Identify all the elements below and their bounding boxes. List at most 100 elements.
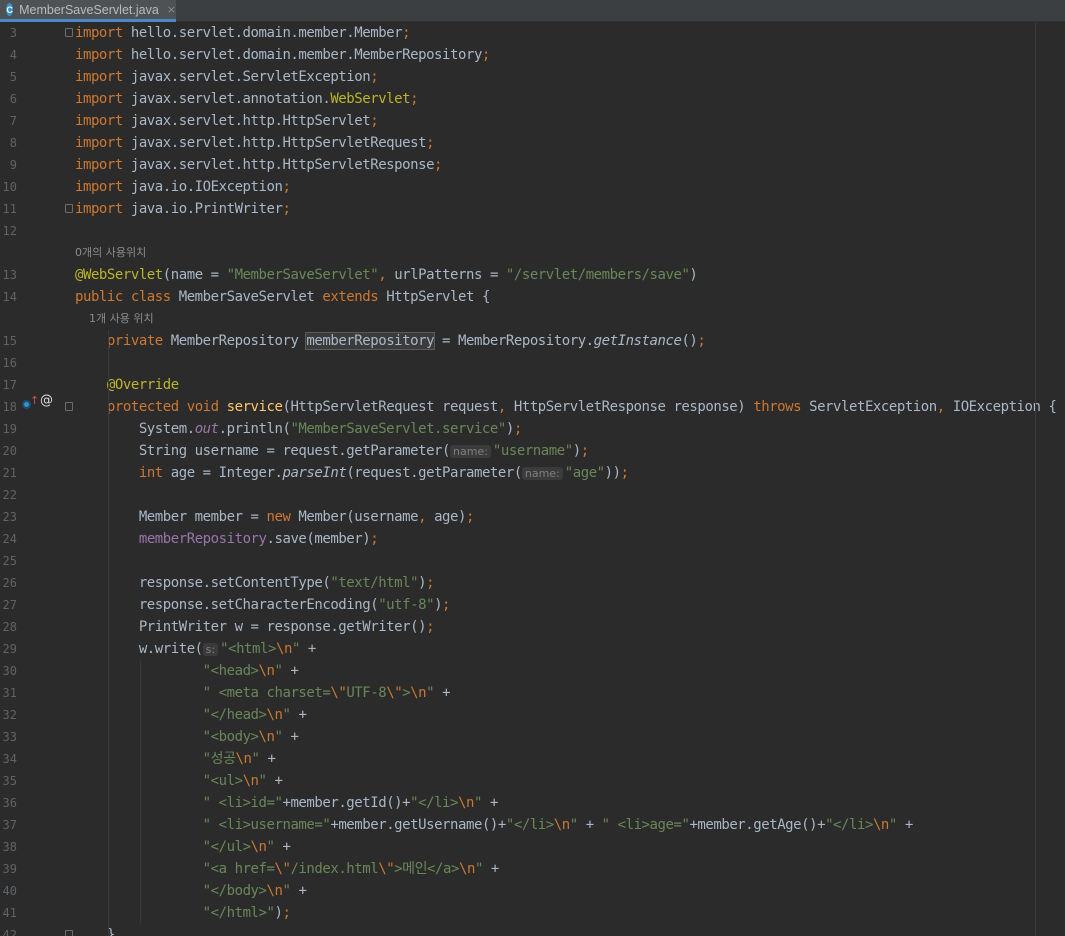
code-line: 10 import java.io.IOException; bbox=[0, 176, 1065, 198]
code-line: 40 "</body>\n" + bbox=[0, 880, 1065, 902]
code-token: " bbox=[258, 773, 267, 789]
line-number: 31 bbox=[2, 686, 17, 700]
code-token: memberRepository bbox=[305, 332, 436, 350]
code-token: getInstance bbox=[593, 333, 682, 349]
code-token: UTF-8 bbox=[346, 685, 387, 701]
line-number: 42 bbox=[2, 928, 17, 936]
line-number: 22 bbox=[2, 488, 17, 502]
code-token: \n bbox=[250, 839, 267, 855]
code-line: 18 protected void service(HttpServletReq… bbox=[0, 396, 1065, 418]
code-token: ; bbox=[697, 333, 706, 349]
code-line: 5 import javax.servlet.ServletException; bbox=[0, 66, 1065, 88]
code-token: )) bbox=[604, 465, 621, 481]
line-number: 33 bbox=[2, 730, 17, 744]
code-token: ; bbox=[466, 509, 474, 525]
annotation-icon[interactable]: @ bbox=[40, 393, 53, 408]
line-number: 3 bbox=[9, 26, 17, 40]
line-number: 13 bbox=[2, 268, 17, 282]
line-number: 39 bbox=[2, 862, 17, 876]
code-token: +member.getId()+ bbox=[282, 795, 411, 811]
code-token: HttpServletResponse response) bbox=[505, 399, 754, 415]
code-token: " bbox=[266, 839, 275, 855]
code-text: "<a href=\"/index.html\">메인</a>\n" + bbox=[75, 858, 500, 880]
code-token: ; bbox=[426, 135, 435, 151]
code-line: 8 import javax.servlet.http.HttpServletRe… bbox=[0, 132, 1065, 154]
code-token: import bbox=[75, 47, 123, 63]
code-token: >메인</a> bbox=[394, 861, 459, 877]
code-token: \n bbox=[410, 685, 427, 701]
line-number: 38 bbox=[2, 840, 17, 854]
code-token: " bbox=[569, 817, 578, 833]
code-line: 15 private MemberRepository memberReposi… bbox=[0, 330, 1065, 352]
line-number: 17 bbox=[2, 378, 17, 392]
code-line: 16 bbox=[0, 352, 1065, 374]
code-token: \n bbox=[458, 795, 474, 811]
fold-marker-icon[interactable] bbox=[65, 930, 73, 936]
line-number: 20 bbox=[2, 444, 17, 458]
code-line: 7 import javax.servlet.http.HttpServlet; bbox=[0, 110, 1065, 132]
fold-marker-icon[interactable] bbox=[65, 402, 73, 411]
code-token: MemberSaveServlet bbox=[170, 289, 323, 305]
code-token: ) bbox=[418, 575, 427, 591]
code-line: 20 String username = request.getParamete… bbox=[0, 440, 1065, 462]
usage-inlay-hint: 0개의 사용위치 bbox=[0, 242, 1065, 264]
code-token: + bbox=[259, 751, 276, 767]
code-line: 34 "성공\n" + bbox=[0, 748, 1065, 770]
code-text: w.write(s: "<html>\n" + bbox=[75, 638, 317, 661]
code-token: "</li> bbox=[410, 795, 459, 811]
code-line: 35 "<ul>\n" + bbox=[0, 770, 1065, 792]
code-token: String username = request.getParameter( bbox=[75, 443, 451, 459]
fold-marker-icon[interactable] bbox=[65, 28, 73, 37]
parameter-hint: name: bbox=[450, 445, 491, 458]
code-text: int age = Integer.parseInt(request.getPa… bbox=[75, 462, 629, 485]
code-token: throws bbox=[753, 399, 802, 415]
code-token: \n bbox=[266, 883, 283, 899]
code-text: import javax.servlet.http.HttpServletReq… bbox=[75, 132, 435, 154]
line-number: 8 bbox=[9, 136, 17, 150]
close-icon[interactable]: × bbox=[167, 3, 176, 16]
code-token: protected void bbox=[106, 399, 219, 415]
code-token: new bbox=[266, 509, 291, 525]
code-text: import hello.servlet.domain.member.Membe… bbox=[75, 22, 411, 44]
code-token: + bbox=[282, 729, 299, 745]
code-token: System. bbox=[75, 421, 195, 437]
line-number: 15 bbox=[2, 334, 17, 348]
indent-guide bbox=[140, 660, 141, 924]
code-token: import bbox=[75, 157, 123, 173]
code-token: "age" bbox=[564, 465, 605, 481]
code-token: \n bbox=[258, 729, 275, 745]
code-token: ; bbox=[442, 597, 451, 613]
code-token: \" bbox=[386, 685, 403, 701]
code-text: Member member = new Member(username, age… bbox=[75, 506, 475, 528]
code-line: 23 Member member = new Member(username, … bbox=[0, 506, 1065, 528]
code-token: ; bbox=[402, 25, 411, 41]
line-number: 36 bbox=[2, 796, 17, 810]
code-token: + bbox=[290, 707, 307, 723]
line-number: 32 bbox=[2, 708, 17, 722]
fold-marker-icon[interactable] bbox=[65, 204, 73, 213]
code-token: javax.servlet.http.HttpServletRequest bbox=[122, 135, 427, 151]
tab-membersaveservlet[interactable]: C MemberSaveServlet.java × bbox=[0, 0, 176, 22]
code-token: HttpServlet { bbox=[378, 289, 490, 305]
inlay-hint-text[interactable]: 0개의 사용위치 bbox=[75, 242, 146, 264]
inlay-hint-text[interactable]: 1개 사용 위치 bbox=[75, 308, 154, 330]
code-token: + bbox=[290, 883, 307, 899]
code-text: "</head>\n" + bbox=[75, 704, 307, 726]
code-text: "<ul>\n" + bbox=[75, 770, 283, 792]
code-token: Member(username bbox=[290, 509, 419, 525]
code-editor[interactable]: 3 import hello.servlet.domain.member.Memb… bbox=[0, 22, 1065, 936]
code-text: PrintWriter w = response.getWriter(); bbox=[75, 616, 435, 638]
code-token: ; bbox=[580, 443, 589, 459]
code-token: \n bbox=[872, 817, 889, 833]
indent-guide bbox=[108, 330, 109, 936]
code-text: @WebServlet(name = "MemberSaveServlet", … bbox=[75, 264, 698, 286]
code-token: "<body> bbox=[202, 729, 259, 745]
code-line: 26 response.setContentType("text/html"); bbox=[0, 572, 1065, 594]
code-line: 19 System.out.println("MemberSaveServlet… bbox=[0, 418, 1065, 440]
gutter-icons: ↑ @ bbox=[22, 393, 54, 412]
code-token: (name = bbox=[162, 267, 227, 283]
code-token: out bbox=[194, 421, 219, 437]
line-number: 29 bbox=[2, 642, 17, 656]
